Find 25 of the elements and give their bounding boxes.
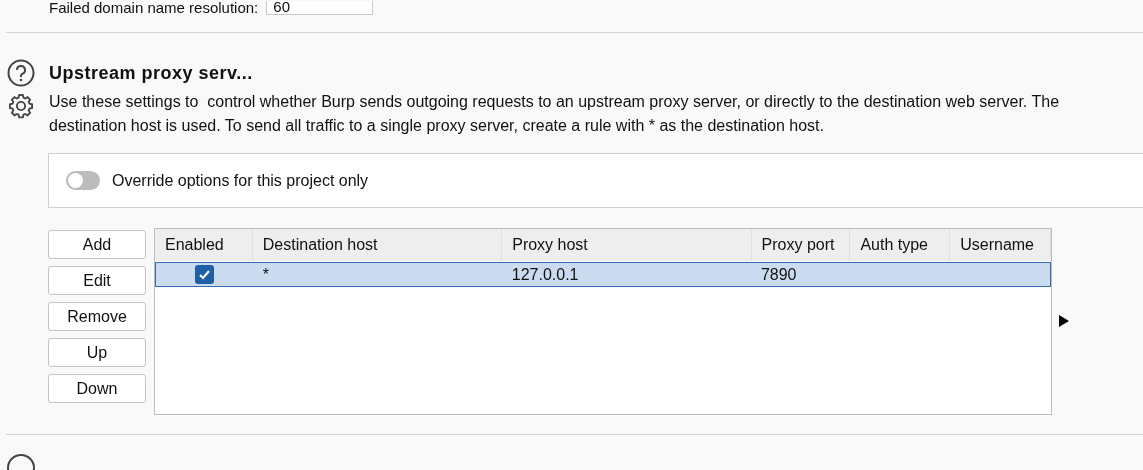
toggle-label: Override options for this project only <box>112 170 369 191</box>
action-button[interactable]: Add <box>48 230 146 259</box>
table-cell-text: 7890 <box>760 264 797 285</box>
field-label: Failed domain name resolution: <box>49 1 259 15</box>
table-cell-text: * <box>262 264 269 285</box>
column-header[interactable]: Destination host <box>252 229 503 261</box>
section-title: Upstream proxy serv... <box>49 61 253 85</box>
expand-arrow-icon[interactable] <box>1059 315 1069 327</box>
section-description: Use these settings to control whether Burp sends outgoing requests to an upstream proxy server, or directly to the destination web server. The destination host is used. To send all traffic to a single proxy server, create a rule with * as the destination host. <box>49 92 1060 136</box>
column-header[interactable]: Proxy host <box>502 229 752 261</box>
check-icon <box>197 268 211 281</box>
table-cell-text: 127.0.0.1 <box>511 264 579 285</box>
settings-icon[interactable] <box>7 92 35 120</box>
checkbox[interactable] <box>194 265 214 284</box>
column-header[interactable]: Proxy port <box>751 229 851 261</box>
action-button[interactable]: Down <box>48 374 146 403</box>
number-field[interactable]: 60 <box>266 1 374 15</box>
toggle-switch[interactable] <box>66 171 100 190</box>
action-button[interactable]: Edit <box>48 266 146 295</box>
table-row[interactable]: * 127.0.0.1 7890 <box>155 262 1051 287</box>
column-header[interactable]: Username <box>950 229 1051 261</box>
column-header[interactable]: Auth type <box>850 229 951 261</box>
column-header[interactable]: Enabled <box>155 229 253 261</box>
action-button[interactable]: Remove <box>48 302 146 331</box>
action-button[interactable]: Up <box>48 338 146 367</box>
